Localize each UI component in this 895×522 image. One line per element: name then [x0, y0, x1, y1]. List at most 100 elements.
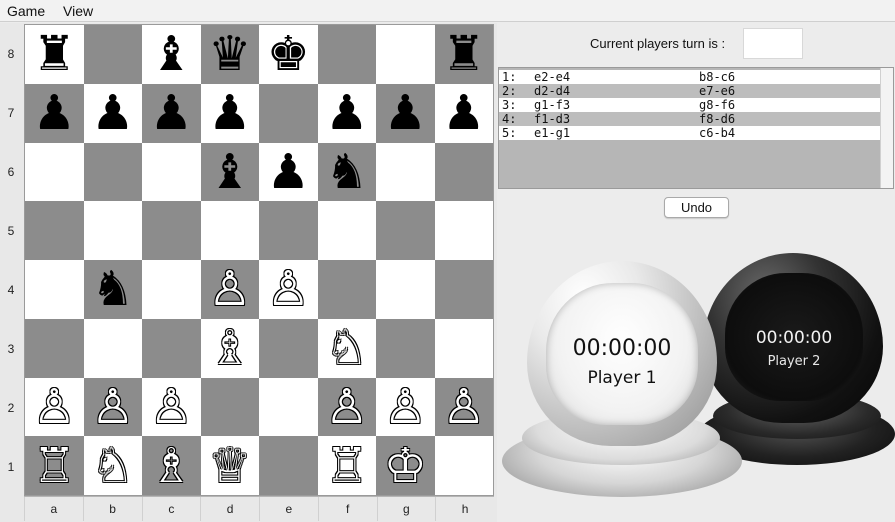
black-pawn-piece[interactable]: ♟ — [325, 89, 368, 137]
black-queen-piece[interactable]: ♛ — [208, 30, 251, 78]
square-g1[interactable]: ♔ — [376, 436, 435, 495]
black-pawn-piece[interactable]: ♟ — [442, 89, 485, 137]
square-g5[interactable] — [376, 201, 435, 260]
black-rook-piece[interactable]: ♜ — [33, 30, 76, 78]
move-list[interactable]: 1: e2-e4 b8-c6 2: d2-d4 e7-e6 3: g1-f3 g8-f6 4: f1… — [498, 67, 894, 189]
square-h7[interactable]: ♟ — [434, 83, 493, 143]
square-d8[interactable]: ♛ — [200, 25, 259, 84]
square-d1[interactable]: ♕ — [200, 436, 259, 495]
white-pawn-piece[interactable]: ♙ — [150, 383, 193, 431]
white-pawn-piece[interactable]: ♙ — [267, 265, 310, 313]
square-c3[interactable] — [142, 318, 201, 378]
square-d4[interactable]: ♙ — [200, 260, 259, 319]
black-king-piece[interactable]: ♚ — [267, 30, 310, 78]
square-c6[interactable] — [142, 142, 201, 202]
square-d6[interactable]: ♝ — [200, 142, 259, 202]
black-pawn-piece[interactable]: ♟ — [208, 89, 251, 137]
white-rook-piece[interactable]: ♖ — [325, 442, 368, 490]
white-pawn-piece[interactable]: ♙ — [384, 383, 427, 431]
square-a1[interactable]: ♖ — [25, 436, 84, 495]
square-e5[interactable] — [259, 201, 318, 260]
square-b3[interactable] — [83, 318, 142, 378]
square-h8[interactable]: ♜ — [434, 25, 493, 84]
black-pawn-piece[interactable]: ♟ — [150, 89, 193, 137]
square-b6[interactable] — [83, 142, 142, 202]
square-g8[interactable] — [376, 25, 435, 84]
black-pawn-piece[interactable]: ♟ — [267, 148, 310, 196]
square-c5[interactable] — [142, 201, 201, 260]
move-row[interactable]: 4: f1-d3 f8-d6 — [499, 112, 880, 126]
square-f1[interactable]: ♖ — [317, 436, 376, 495]
square-a2[interactable]: ♙ — [25, 377, 84, 437]
square-a8[interactable]: ♜ — [25, 25, 84, 84]
black-knight-piece[interactable]: ♞ — [325, 148, 368, 196]
square-g2[interactable]: ♙ — [376, 377, 435, 437]
black-rook-piece[interactable]: ♜ — [442, 30, 485, 78]
square-d7[interactable]: ♟ — [200, 83, 259, 143]
square-e8[interactable]: ♚ — [259, 25, 318, 84]
black-pawn-piece[interactable]: ♟ — [33, 89, 76, 137]
black-knight-piece[interactable]: ♞ — [91, 265, 134, 313]
square-e1[interactable] — [259, 436, 318, 495]
square-e7[interactable] — [259, 83, 318, 143]
square-f8[interactable] — [317, 25, 376, 84]
square-e3[interactable] — [259, 318, 318, 378]
white-pawn-piece[interactable]: ♙ — [325, 383, 368, 431]
square-h5[interactable] — [434, 201, 493, 260]
move-row[interactable]: 5: e1-g1 c6-b4 — [499, 126, 880, 140]
move-row[interactable]: 2: d2-d4 e7-e6 — [499, 84, 880, 98]
white-bishop-piece[interactable]: ♗ — [150, 442, 193, 490]
square-f5[interactable] — [317, 201, 376, 260]
move-row[interactable]: 3: g1-f3 g8-f6 — [499, 98, 880, 112]
black-bishop-piece[interactable]: ♝ — [150, 30, 193, 78]
square-g7[interactable]: ♟ — [376, 83, 435, 143]
square-f4[interactable] — [317, 260, 376, 319]
white-knight-piece[interactable]: ♘ — [325, 324, 368, 372]
square-d2[interactable] — [200, 377, 259, 437]
menu-game[interactable]: Game — [7, 3, 45, 19]
square-c2[interactable]: ♙ — [142, 377, 201, 437]
square-f7[interactable]: ♟ — [317, 83, 376, 143]
white-pawn-piece[interactable]: ♙ — [442, 383, 485, 431]
square-b5[interactable] — [83, 201, 142, 260]
white-pawn-piece[interactable]: ♙ — [33, 383, 76, 431]
white-bishop-piece[interactable]: ♗ — [208, 324, 251, 372]
square-a3[interactable] — [25, 318, 84, 378]
white-knight-piece[interactable]: ♘ — [91, 442, 134, 490]
square-h3[interactable] — [434, 318, 493, 378]
menu-view[interactable]: View — [63, 3, 93, 19]
square-f2[interactable]: ♙ — [317, 377, 376, 437]
square-d3[interactable]: ♗ — [200, 318, 259, 378]
square-c7[interactable]: ♟ — [142, 83, 201, 143]
square-b8[interactable] — [83, 25, 142, 84]
square-e6[interactable]: ♟ — [259, 142, 318, 202]
square-f3[interactable]: ♘ — [317, 318, 376, 378]
move-row[interactable]: 1: e2-e4 b8-c6 — [499, 70, 880, 84]
square-c8[interactable]: ♝ — [142, 25, 201, 84]
square-a6[interactable] — [25, 142, 84, 202]
square-b1[interactable]: ♘ — [83, 436, 142, 495]
square-c4[interactable] — [142, 260, 201, 319]
black-bishop-piece[interactable]: ♝ — [208, 148, 251, 196]
white-pawn-piece[interactable]: ♙ — [91, 383, 134, 431]
square-b4[interactable]: ♞ — [83, 260, 142, 319]
black-pawn-piece[interactable]: ♟ — [91, 89, 134, 137]
white-pawn-piece[interactable]: ♙ — [208, 265, 251, 313]
white-queen-piece[interactable]: ♕ — [208, 442, 251, 490]
square-b2[interactable]: ♙ — [83, 377, 142, 437]
square-h1[interactable] — [434, 436, 493, 495]
black-pawn-piece[interactable]: ♟ — [384, 89, 427, 137]
square-e2[interactable] — [259, 377, 318, 437]
square-b7[interactable]: ♟ — [83, 83, 142, 143]
square-a7[interactable]: ♟ — [25, 83, 84, 143]
square-g4[interactable] — [376, 260, 435, 319]
square-h4[interactable] — [434, 260, 493, 319]
square-a5[interactable] — [25, 201, 84, 260]
square-g6[interactable] — [376, 142, 435, 202]
square-d5[interactable] — [200, 201, 259, 260]
undo-button[interactable]: Undo — [664, 197, 729, 218]
square-h6[interactable] — [434, 142, 493, 202]
square-c1[interactable]: ♗ — [142, 436, 201, 495]
square-a4[interactable] — [25, 260, 84, 319]
square-h2[interactable]: ♙ — [434, 377, 493, 437]
